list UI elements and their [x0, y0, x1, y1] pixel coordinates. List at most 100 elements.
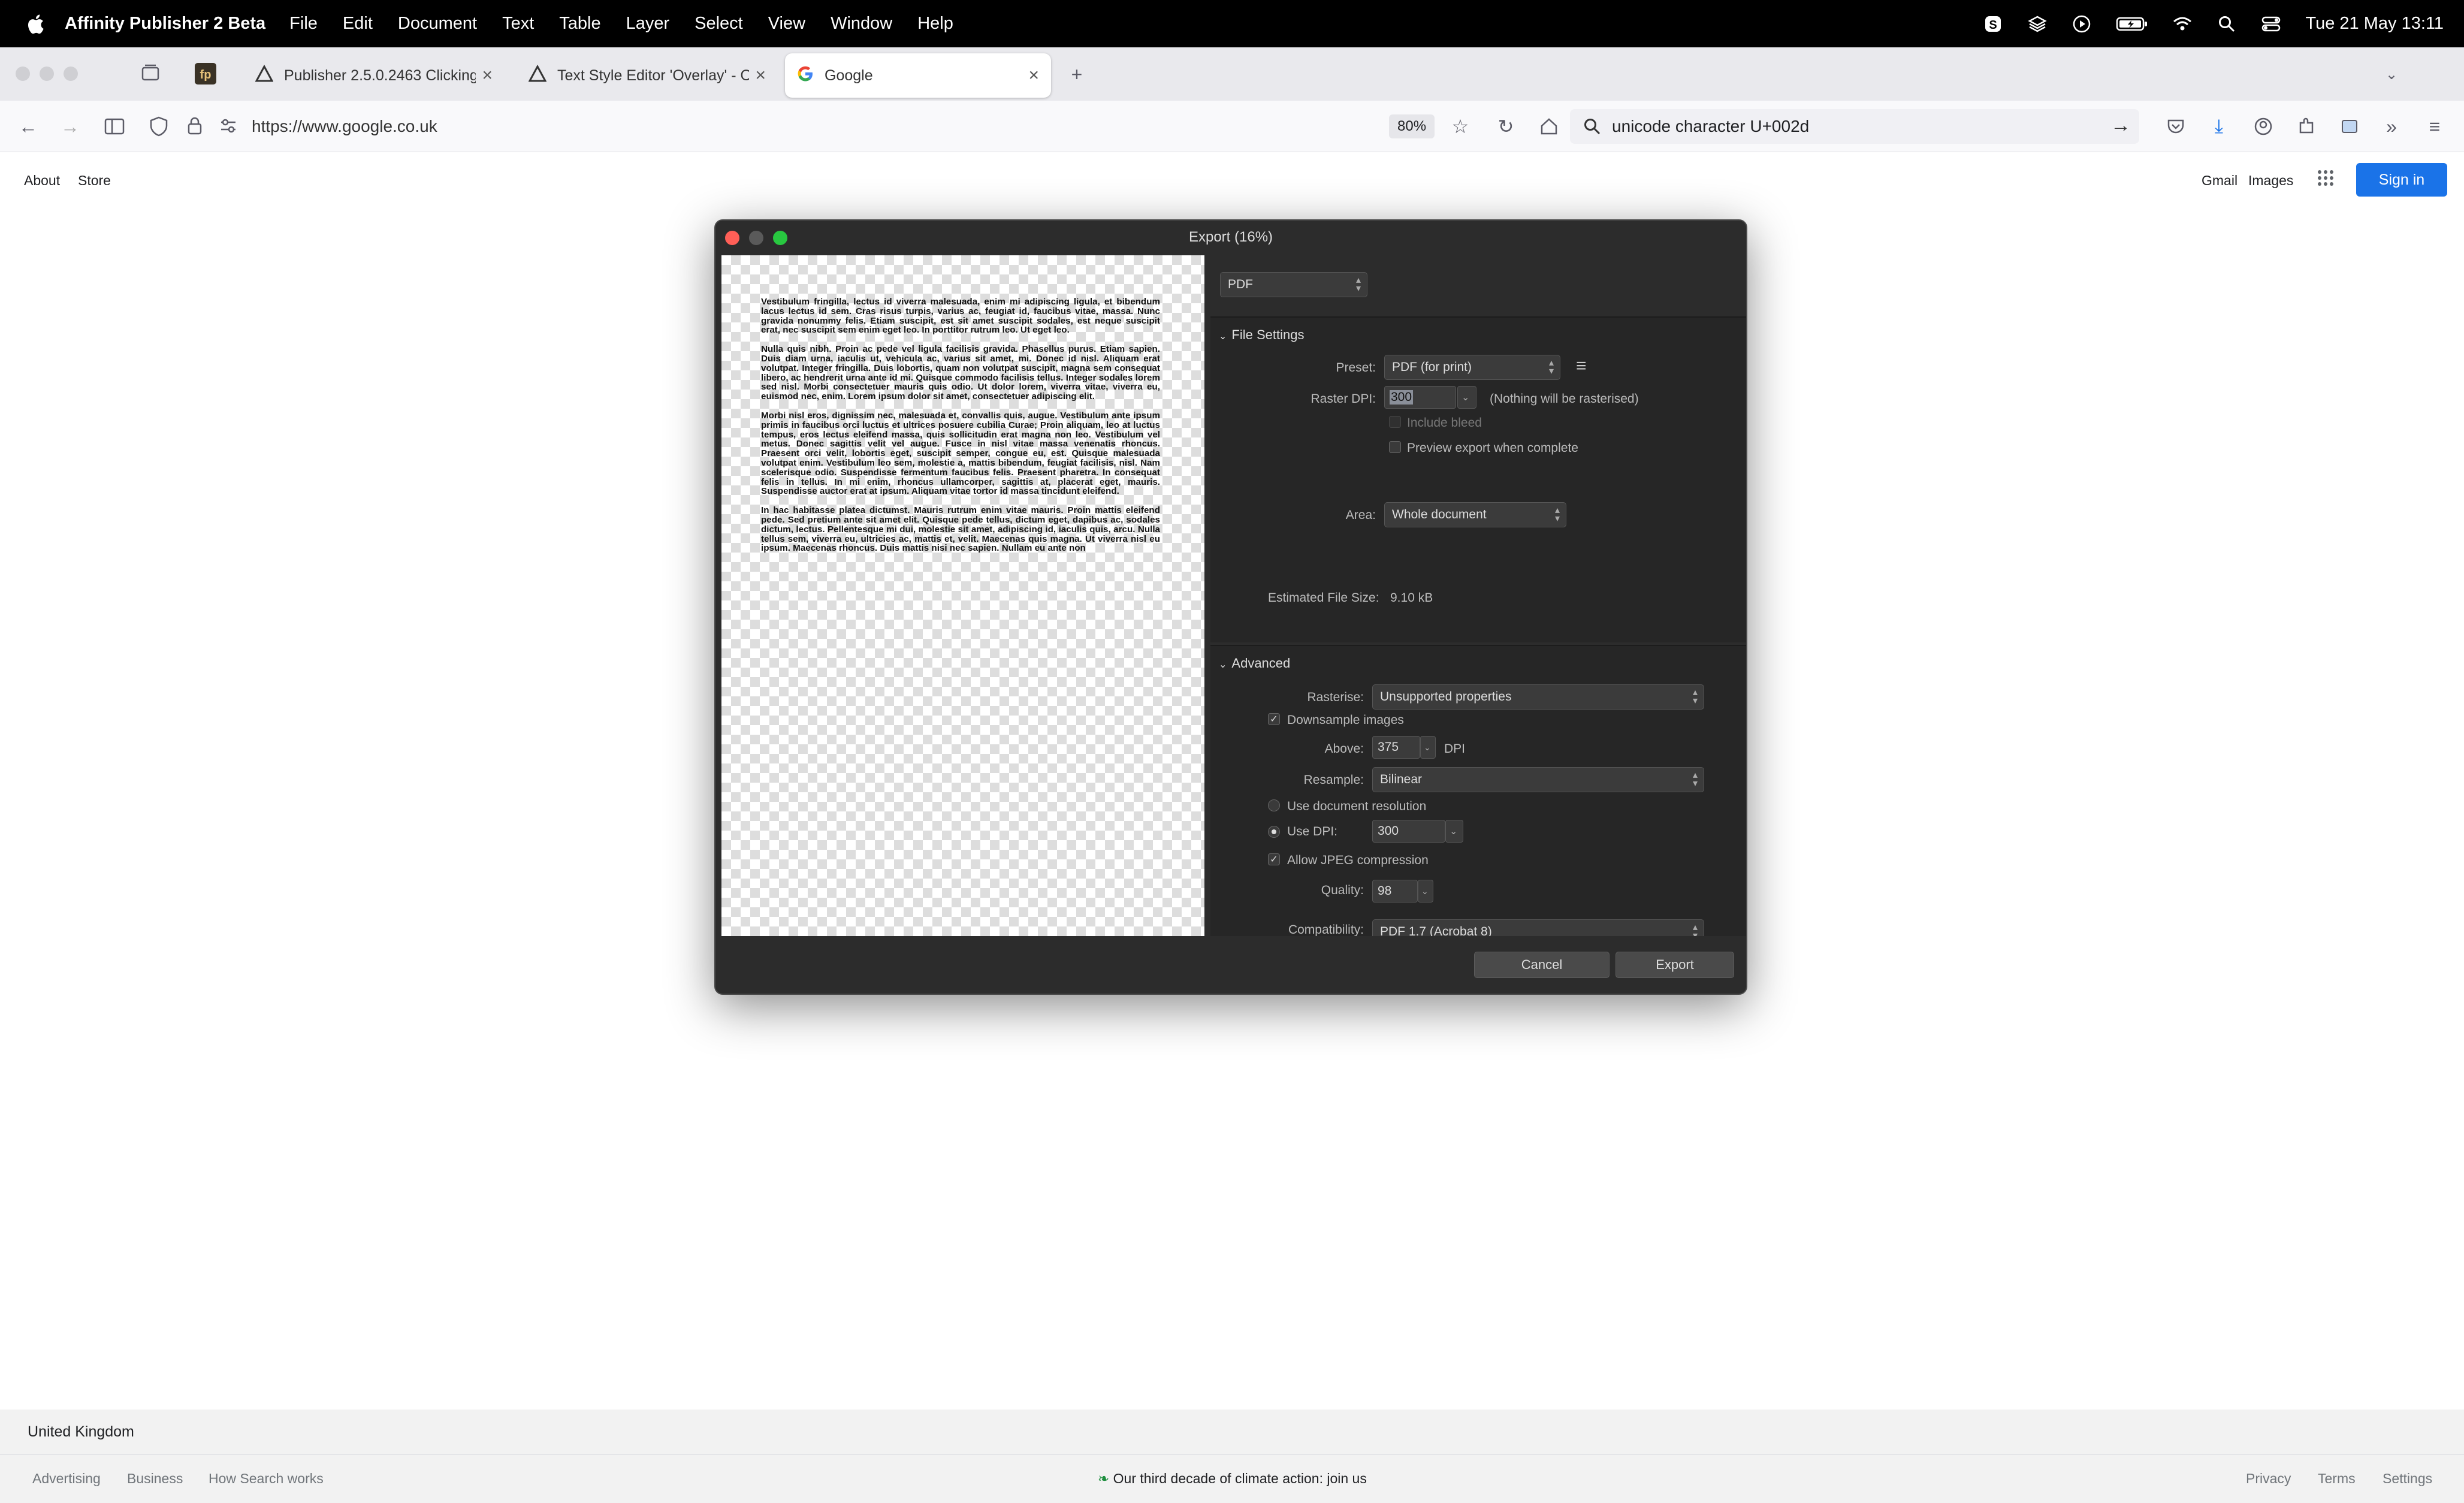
- tab-google[interactable]: Google ×: [785, 53, 1051, 98]
- permissions-icon[interactable]: [219, 117, 237, 137]
- dialog-zoom-button[interactable]: [773, 231, 787, 245]
- battery-icon[interactable]: [2116, 14, 2148, 34]
- menu-document[interactable]: Document: [398, 14, 477, 34]
- close-icon[interactable]: ×: [482, 65, 493, 86]
- hamburger-menu-icon[interactable]: ≡: [2422, 114, 2447, 139]
- resample-select[interactable]: Bilinear ▴ ▾: [1372, 767, 1704, 792]
- preset-value: PDF (for print): [1392, 360, 1472, 374]
- lock-icon[interactable]: [187, 116, 203, 138]
- how-search-works-link[interactable]: How Search works: [209, 1471, 324, 1487]
- downsample-checkbox[interactable]: ✓: [1268, 713, 1280, 725]
- export-button[interactable]: Export: [1616, 952, 1734, 978]
- clock[interactable]: Tue 21 May 13:11: [2305, 14, 2444, 34]
- menu-table[interactable]: Table: [559, 14, 600, 34]
- tab-pinned-affinity[interactable]: fp: [187, 53, 225, 98]
- overflow-chevron-icon[interactable]: »: [2379, 114, 2404, 139]
- spotlight-search-icon[interactable]: [2217, 14, 2237, 34]
- shield-icon[interactable]: [150, 116, 168, 140]
- rasterise-select[interactable]: Unsupported properties ▴ ▾: [1372, 684, 1704, 710]
- bookmark-star-icon[interactable]: ☆: [1448, 114, 1473, 139]
- cancel-button[interactable]: Cancel: [1474, 952, 1610, 978]
- menu-layer[interactable]: Layer: [626, 14, 670, 34]
- use-document-resolution-radio[interactable]: [1268, 799, 1280, 811]
- gmail-link[interactable]: Gmail: [2202, 173, 2237, 189]
- dialog-minimize-button[interactable]: [749, 231, 763, 245]
- close-icon[interactable]: ×: [1028, 65, 1039, 86]
- dialog-close-button[interactable]: [725, 231, 739, 245]
- preset-menu-icon[interactable]: ≡: [1576, 356, 1587, 376]
- format-select[interactable]: PDF ▴ ▾: [1220, 272, 1367, 297]
- apple-icon[interactable]: [24, 12, 47, 36]
- use-dpi-radio[interactable]: [1268, 826, 1280, 838]
- menu-text[interactable]: Text: [502, 14, 534, 34]
- about-link[interactable]: About: [24, 173, 60, 189]
- control-center-icon[interactable]: [2261, 14, 2281, 34]
- play-icon[interactable]: [2072, 14, 2092, 34]
- advanced-header[interactable]: ⌄ Advanced: [1219, 656, 1290, 671]
- account-icon[interactable]: [2251, 114, 2276, 139]
- tab-text-style-editor[interactable]: Text Style Editor 'Overlay' - Oth ×: [517, 53, 778, 98]
- back-icon[interactable]: ←: [16, 114, 41, 139]
- search-text[interactable]: unicode character U+002d: [1612, 117, 1809, 136]
- menu-select[interactable]: Select: [694, 14, 743, 34]
- include-bleed-checkbox[interactable]: [1389, 416, 1401, 428]
- go-arrow-icon[interactable]: →: [2110, 114, 2131, 137]
- menu-view[interactable]: View: [768, 14, 805, 34]
- terms-link[interactable]: Terms: [2318, 1471, 2356, 1487]
- container-icon[interactable]: [2337, 114, 2362, 139]
- pocket-icon[interactable]: [2163, 114, 2188, 139]
- extensions-icon[interactable]: [2294, 114, 2319, 139]
- forward-icon[interactable]: →: [58, 114, 83, 139]
- business-link[interactable]: Business: [127, 1471, 183, 1487]
- quality-dropdown-icon[interactable]: ⌄: [1418, 880, 1433, 903]
- preview-export-checkbox[interactable]: [1389, 441, 1401, 453]
- url-text[interactable]: https://www.google.co.uk: [252, 117, 437, 136]
- new-tab-button[interactable]: +: [1064, 62, 1089, 87]
- updown-arrows-icon: ▴ ▾: [1692, 770, 1698, 789]
- active-app-name[interactable]: Affinity Publisher 2 Beta: [65, 14, 265, 34]
- close-icon[interactable]: ×: [755, 65, 766, 86]
- menu-window[interactable]: Window: [831, 14, 892, 34]
- skype-icon[interactable]: S: [1983, 14, 2003, 34]
- menu-edit[interactable]: Edit: [343, 14, 373, 34]
- menu-help[interactable]: Help: [917, 14, 953, 34]
- zoom-indicator[interactable]: 80%: [1389, 114, 1435, 138]
- advertising-link[interactable]: Advertising: [32, 1471, 101, 1487]
- file-settings-header[interactable]: ⌄ File Settings: [1219, 327, 1304, 343]
- export-settings-panel: PDF ▴ ▾ ⌄ File Settings Preset: PDF (for pr…: [1210, 255, 1746, 936]
- wifi-icon[interactable]: [2172, 14, 2193, 34]
- above-dropdown-icon[interactable]: ⌄: [1420, 736, 1436, 759]
- home-icon[interactable]: [1536, 114, 1562, 139]
- layers-icon[interactable]: [2027, 14, 2048, 34]
- allow-jpeg-checkbox[interactable]: ✓: [1268, 853, 1280, 865]
- above-input[interactable]: 375: [1372, 736, 1420, 759]
- list-all-tabs-icon[interactable]: ⌄: [2379, 62, 2404, 87]
- use-dpi-dropdown-icon[interactable]: ⌄: [1445, 820, 1463, 843]
- url-bar[interactable]: https://www.google.co.uk: [138, 109, 1468, 144]
- area-select[interactable]: Whole document ▴ ▾: [1384, 502, 1566, 527]
- apps-grid-icon[interactable]: [2317, 169, 2335, 190]
- window-minimize-button[interactable]: [40, 67, 54, 81]
- quality-value: 98: [1378, 884, 1392, 898]
- tab-publisher-forum[interactable]: Publisher 2.5.0.2463 Clicking be ×: [243, 53, 505, 98]
- use-dpi-input[interactable]: 300: [1372, 820, 1445, 843]
- quality-input[interactable]: 98: [1372, 880, 1418, 903]
- menu-file[interactable]: File: [289, 14, 318, 34]
- search-input[interactable]: unicode character U+002d →: [1570, 109, 2139, 144]
- raster-dpi-input[interactable]: 300: [1384, 386, 1456, 409]
- store-link[interactable]: Store: [78, 173, 111, 189]
- compatibility-select[interactable]: PDF 1.7 (Acrobat 8) ▴ ▾: [1372, 919, 1704, 936]
- settings-link[interactable]: Settings: [2383, 1471, 2432, 1487]
- sidebar-icon[interactable]: [102, 114, 127, 139]
- reload-icon[interactable]: ↻: [1493, 114, 1518, 139]
- climate-link[interactable]: ❧ Our third decade of climate action: jo…: [1098, 1471, 1367, 1487]
- sign-in-button[interactable]: Sign in: [2356, 163, 2447, 197]
- tab-groups-icon[interactable]: [138, 61, 163, 86]
- downloads-icon[interactable]: ⤓: [2206, 114, 2232, 139]
- images-link[interactable]: Images: [2248, 173, 2293, 189]
- window-close-button[interactable]: [16, 67, 30, 81]
- preset-select[interactable]: PDF (for print) ▴ ▾: [1384, 355, 1560, 380]
- privacy-link[interactable]: Privacy: [2246, 1471, 2291, 1487]
- raster-dpi-dropdown-icon[interactable]: ⌄: [1457, 386, 1476, 409]
- window-zoom-button[interactable]: [64, 67, 78, 81]
